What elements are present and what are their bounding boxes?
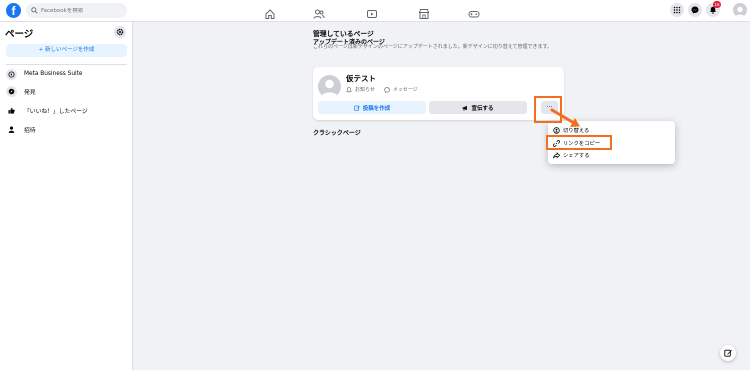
page-name[interactable]: 仮テスト <box>346 73 376 84</box>
sidebar-item-invites[interactable]: 招待 <box>6 122 36 136</box>
page-avatar[interactable] <box>318 75 341 98</box>
sidebar-item-meta-business-suite[interactable]: Meta Business Suite <box>6 67 82 81</box>
sidebar-item-label: Meta Business Suite <box>24 71 83 77</box>
home-icon[interactable] <box>264 5 276 19</box>
sidebar-title: ページ <box>5 29 34 40</box>
watch-icon[interactable] <box>366 5 378 18</box>
settings-gear-icon[interactable] <box>114 26 126 38</box>
messages-link[interactable]: メッセージ <box>393 86 418 93</box>
sidebar-item-discover[interactable]: 発見 <box>6 84 36 98</box>
notifications-link[interactable]: お知らせ <box>355 86 375 93</box>
edit-post-icon <box>353 105 360 111</box>
share-arrow-icon <box>553 151 560 158</box>
new-message-button[interactable] <box>720 345 736 361</box>
sidebar-divider <box>6 64 127 65</box>
sidebar-item-label: 発見 <box>24 89 36 96</box>
sidebar-item-label: 招待 <box>24 127 36 134</box>
search-input[interactable] <box>41 7 126 14</box>
search-icon <box>31 7 38 14</box>
create-post-button[interactable]: 投稿を作成 <box>318 101 426 114</box>
promote-button[interactable]: 宣伝する <box>429 101 527 114</box>
bell-icon <box>346 86 352 93</box>
person-icon <box>6 124 17 135</box>
promote-label: 宣伝する <box>471 105 494 112</box>
create-new-page-button[interactable]: + 新しいページを作成 <box>6 44 127 57</box>
annotation-arrow-icon <box>550 108 580 127</box>
managed-page-card: 仮テスト お知らせ メッセージ 投稿を作成 宣伝する ··· <box>313 67 564 120</box>
compose-icon <box>724 349 732 357</box>
notification-count-badge: 16 <box>713 1 721 8</box>
thumbs-up-icon <box>6 105 17 116</box>
account-avatar[interactable] <box>733 3 747 17</box>
sidebar-item-liked-pages[interactable]: 「いいね！」したページ <box>6 103 88 117</box>
compass-icon <box>6 85 17 97</box>
copy-link-highlight-box <box>546 135 612 150</box>
updated-pages-description: これらのページは新デザインのページにアップデートされました。新デザインに切り替え… <box>313 44 553 50</box>
sidebar-item-label: 「いいね！」したページ <box>24 108 88 115</box>
meta-business-suite-icon <box>6 68 17 80</box>
gaming-icon[interactable] <box>468 5 480 18</box>
menu-item-label: シェアする <box>563 153 590 159</box>
search-box[interactable] <box>26 3 127 18</box>
pages-sidebar: ページ + 新しいページを作成 Meta Business Suite 発見 「… <box>0 22 133 370</box>
menu-item-share[interactable]: シェアする <box>553 150 590 160</box>
top-navigation-bar: f 16 <box>0 0 750 22</box>
menu-grid-icon[interactable] <box>670 3 684 17</box>
page-meta-row: お知らせ メッセージ <box>346 86 418 93</box>
classic-pages-heading: クラシックページ <box>313 130 361 137</box>
create-post-label: 投稿を作成 <box>362 105 391 112</box>
megaphone-icon <box>463 105 468 110</box>
messenger-icon[interactable] <box>688 3 702 17</box>
message-icon <box>384 86 390 93</box>
marketplace-icon[interactable] <box>418 5 430 19</box>
friends-icon[interactable] <box>313 5 325 19</box>
facebook-logo[interactable]: f <box>6 3 21 18</box>
